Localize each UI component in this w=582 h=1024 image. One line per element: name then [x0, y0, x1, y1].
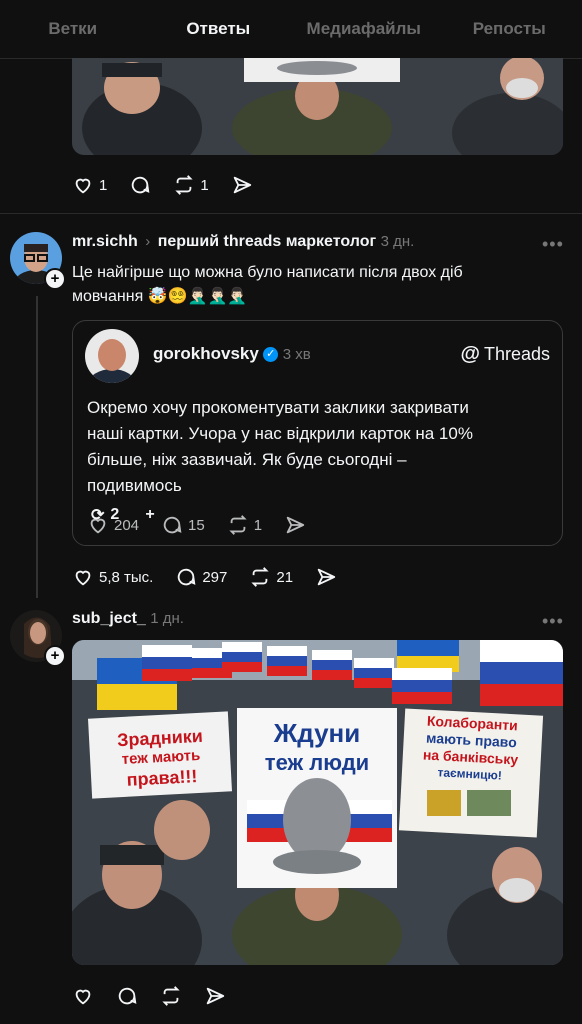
- quoted-repost-button[interactable]: 1: [227, 514, 262, 536]
- poster-center-line: Ждуни: [273, 718, 361, 748]
- quoted-text-line: більше, ніж зазвичай. Як буде сьогодні –: [87, 450, 407, 469]
- repost-icon: [251, 567, 270, 587]
- tab-replies[interactable]: Ответы: [146, 19, 292, 39]
- share-icon: [206, 987, 225, 1005]
- comment-icon: [163, 516, 182, 534]
- reply-to-name[interactable]: перший threads маркетолог: [158, 233, 376, 250]
- comment-button[interactable]: [129, 174, 151, 196]
- share-icon: [233, 176, 251, 194]
- share-icon: [286, 516, 305, 534]
- post-image-top[interactable]: [72, 58, 563, 155]
- poster-left-text: Зрадники теж мають права!!!: [93, 725, 230, 792]
- post-image[interactable]: Зрадники теж мають права!!! Ждуни теж лю…: [72, 640, 563, 965]
- repost-icon: [162, 986, 180, 1006]
- repost-icon: [175, 175, 193, 195]
- username[interactable]: sub_ject_: [72, 610, 146, 627]
- like-button[interactable]: 5,8 тыс.: [72, 566, 153, 588]
- comment-icon: [132, 176, 150, 194]
- comment-button[interactable]: 297: [175, 566, 227, 588]
- more-options-icon[interactable]: •••: [542, 611, 564, 632]
- post-text-line: мовчання 🤯😵‍💫🤦🏻‍♂️🤦🏻‍♂️🤦🏻‍♂️: [72, 288, 248, 305]
- more-options-icon[interactable]: •••: [542, 234, 564, 255]
- threads-brand: @ Threads: [460, 343, 550, 366]
- tab-media[interactable]: Медиафайлы: [291, 19, 437, 39]
- like-button[interactable]: 1: [72, 174, 107, 196]
- verified-badge-icon: ✓: [263, 347, 279, 363]
- quoted-header: gorokhovsky ✓ 3 хв: [153, 344, 311, 364]
- heart-icon: [75, 989, 91, 1005]
- repost-count: 21: [276, 568, 294, 586]
- share-button[interactable]: [231, 174, 253, 196]
- post3-actions: [72, 985, 226, 1007]
- poster-center-text: Ждуни теж люди: [237, 718, 397, 778]
- repost-count: 1: [200, 176, 209, 194]
- quoted-repost-count: 1: [253, 516, 263, 534]
- quoted-share-button[interactable]: [284, 514, 306, 536]
- comment-icon: [118, 987, 137, 1005]
- quoted-post[interactable]: gorokhovsky ✓ 3 хв @ Threads Окремо хочу…: [72, 320, 563, 546]
- heart-icon: [75, 570, 91, 586]
- quoted-comment-button[interactable]: 15: [161, 514, 205, 536]
- quoted-timestamp: 3 хв: [282, 346, 311, 363]
- tab-threads[interactable]: Ветки: [0, 19, 146, 39]
- share-icon: [317, 568, 336, 586]
- poster-right-text: Колаборанти мають право на банківську та…: [403, 712, 538, 787]
- profile-tabs: Ветки Ответы Медиафайлы Репосты: [0, 0, 582, 59]
- poster-center-line: теж люди: [264, 750, 370, 775]
- follow-plus-icon[interactable]: +: [44, 268, 66, 290]
- quoted-comment-count: 15: [188, 516, 205, 534]
- chevron-right-icon: ›: [145, 233, 151, 250]
- heart-icon: [75, 178, 91, 194]
- share-button[interactable]: [204, 985, 226, 1007]
- quoted-text-line: наші картки. Учора у нас відкрили карток…: [87, 424, 473, 443]
- comment-count: 297: [202, 568, 228, 586]
- post-text-line: Це найгірше що можна було написати після…: [72, 264, 463, 281]
- username[interactable]: mr.sichh: [72, 233, 138, 250]
- timestamp: 1 дн.: [150, 610, 184, 627]
- add-icon[interactable]: +: [145, 506, 154, 524]
- comment-button[interactable]: [116, 985, 138, 1007]
- avatar-gorokhovsky[interactable]: [85, 329, 139, 383]
- repost-button[interactable]: 21: [249, 566, 293, 588]
- repost-button[interactable]: [160, 985, 182, 1007]
- thread-line: [36, 296, 38, 598]
- timestamp: 3 дн.: [380, 233, 415, 250]
- repost-small-icon: ⟳: [91, 507, 105, 524]
- quoted-text-line: Окремо хочу прокоментувати заклики закри…: [87, 398, 469, 417]
- post2-header: mr.sichh › перший threads маркетолог 3 д…: [72, 233, 414, 251]
- comment-icon: [178, 568, 196, 586]
- threads-logo-icon: @: [460, 343, 480, 365]
- repost-button[interactable]: 1: [173, 174, 209, 196]
- repost-icon: [229, 515, 247, 535]
- quoted-text-line: подивимось: [87, 476, 182, 495]
- divider: [0, 213, 582, 214]
- tab-reposts[interactable]: Репосты: [437, 19, 582, 39]
- repost-overlay: ⟳ 2 +: [91, 505, 155, 525]
- overlay-count: 2: [110, 506, 120, 523]
- threads-brand-label: Threads: [483, 344, 550, 364]
- follow-plus-icon[interactable]: +: [44, 645, 66, 667]
- quoted-username[interactable]: gorokhovsky: [153, 344, 259, 363]
- like-count: 5,8 тыс.: [99, 568, 154, 586]
- share-button[interactable]: [315, 566, 337, 588]
- post-text: Це найгірше що можна було написати після…: [72, 261, 567, 309]
- post2-actions: 5,8 тыс. 297 21: [72, 566, 337, 588]
- post1-actions: 1 1: [72, 174, 253, 196]
- like-button[interactable]: [72, 985, 94, 1007]
- post3-header: sub_ject_ 1 дн.: [72, 610, 184, 628]
- like-count: 1: [99, 176, 108, 194]
- quoted-text: Окремо хочу прокоментувати заклики закри…: [87, 395, 557, 499]
